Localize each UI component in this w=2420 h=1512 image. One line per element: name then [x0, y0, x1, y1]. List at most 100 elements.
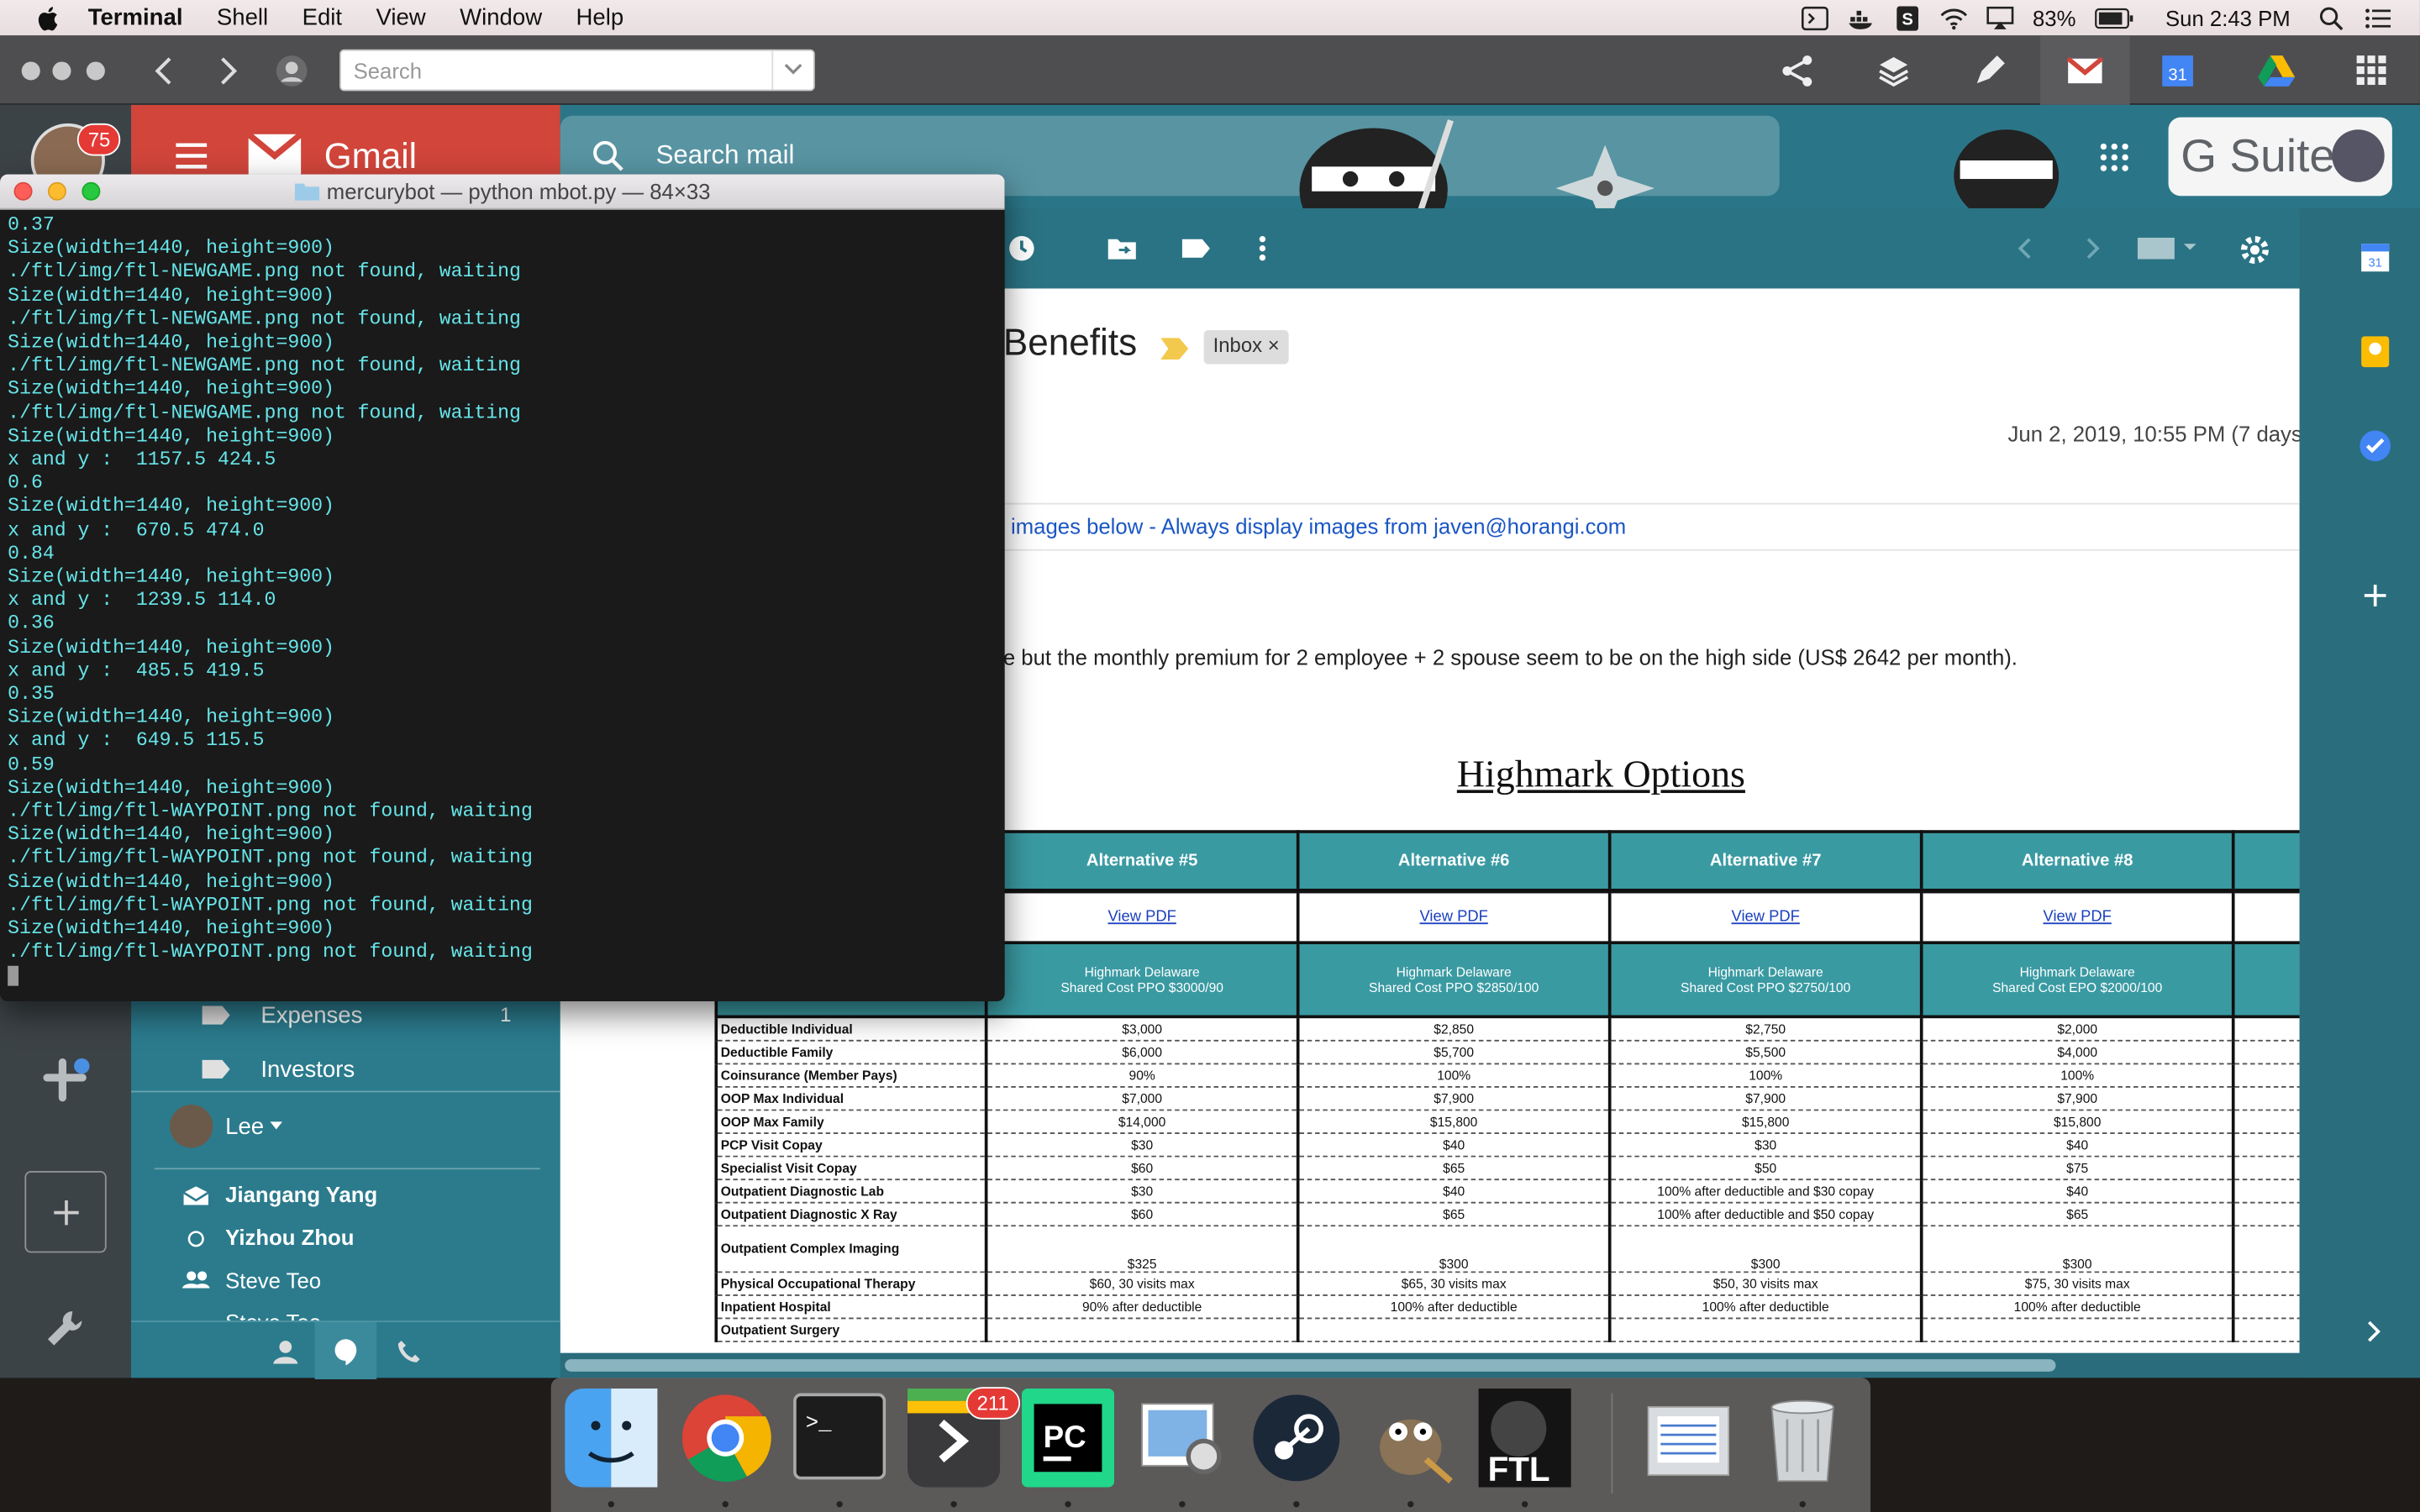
table-cell: 100% [1296, 1063, 1612, 1087]
label-expenses[interactable]: Expenses [260, 1003, 362, 1029]
app-name-menu[interactable]: Terminal [88, 5, 183, 31]
table-cell: $40 [1919, 1179, 2235, 1203]
dock-app-terminal[interactable]: >_ [793, 1389, 886, 1488]
wrench-icon[interactable] [45, 1309, 85, 1349]
table-cell: $325 [984, 1225, 1300, 1273]
calendar-tab-icon[interactable]: 31 [2158, 51, 2198, 92]
move-to-icon[interactable] [1107, 236, 1138, 260]
dock-badge: 211 [965, 1387, 1020, 1420]
label-investors[interactable]: Investors [260, 1057, 355, 1083]
view-pdf-link[interactable]: View PDF [2044, 908, 2112, 925]
dock-app-preview[interactable] [1136, 1389, 1228, 1488]
keep-addon-icon[interactable] [2360, 335, 2391, 369]
status-dropdown-icon[interactable] [270, 1121, 283, 1131]
spotlight-search-icon[interactable] [2318, 5, 2346, 30]
window-close-button[interactable] [21, 61, 40, 81]
airplay-icon[interactable] [1986, 5, 2014, 29]
phone-icon[interactable] [397, 1339, 421, 1363]
steam-icon [1250, 1394, 1343, 1494]
google-apps-icon[interactable] [2099, 142, 2130, 173]
view-pdf-link[interactable]: View PDF [1420, 908, 1488, 925]
add-app-button[interactable] [24, 1171, 107, 1253]
s-badge-icon[interactable]: S [1894, 5, 1922, 30]
chat-contact[interactable]: Steve Teo [225, 1310, 321, 1320]
svg-text:PC: PC [1044, 1420, 1086, 1454]
importance-marker-icon[interactable] [1160, 338, 1189, 360]
chat-contact[interactable]: Jiangang Yang [225, 1182, 377, 1206]
terminal-output[interactable]: 0.37 Size(width=1440, height=900) ./ftl/im… [8, 214, 995, 988]
newer-icon[interactable] [2016, 238, 2034, 260]
dock-app-pycharm[interactable]: PC [1021, 1389, 1115, 1488]
gsuite-badge[interactable]: G Suite [2168, 117, 2392, 197]
table-cell [2231, 1225, 2300, 1273]
clock[interactable]: Sun 2:43 PM [2165, 5, 2291, 29]
docker-icon[interactable] [1848, 5, 1876, 29]
email-horizontal-scrollbar[interactable] [565, 1359, 2056, 1372]
row-label: Specialist Visit Copay [714, 1155, 988, 1180]
calendar-addon-icon[interactable]: 31 [2360, 242, 2391, 273]
main-menu-icon[interactable] [175, 142, 208, 170]
menu-window[interactable]: Window [460, 5, 542, 31]
menu-shell[interactable]: Shell [217, 5, 268, 31]
view-pdf-link[interactable]: View PDF [1732, 908, 1800, 925]
label-icon[interactable] [1181, 238, 1212, 260]
inbox-label-chip[interactable]: Inbox × [1203, 330, 1289, 365]
layers-icon[interactable] [1874, 51, 1914, 92]
terminal-titlebar[interactable]: mercurybot — python mbot.py — 84×33 [0, 174, 1005, 210]
menu-edit[interactable]: Edit [302, 5, 342, 31]
table-cell [1296, 1317, 1612, 1342]
add-addon-icon[interactable] [2363, 583, 2387, 607]
hangouts-tab-active[interactable] [314, 1322, 377, 1380]
hangouts-user[interactable]: Lee [225, 1114, 264, 1140]
snooze-icon[interactable] [1007, 234, 1035, 262]
window-zoom-button[interactable] [86, 61, 105, 81]
dock-app-ftl[interactable]: FTL [1478, 1389, 1571, 1488]
dock-app-chrome[interactable] [679, 1389, 771, 1488]
battery-icon[interactable] [2095, 7, 2135, 29]
dock-app-steam[interactable] [1250, 1389, 1343, 1488]
older-icon[interactable] [2084, 238, 2102, 260]
apple-menu-icon[interactable] [37, 5, 59, 30]
menu-help[interactable]: Help [576, 5, 624, 31]
dock-app-finder[interactable] [565, 1389, 658, 1488]
browser-search-input[interactable]: Search [339, 49, 815, 92]
view-pdf-link[interactable]: View PDF [1107, 908, 1176, 925]
always-display-images-link[interactable]: Always display images from javen@horangi… [1161, 514, 1626, 538]
finder-icon [565, 1389, 658, 1494]
dock-app-gimp[interactable] [1365, 1389, 1457, 1488]
account-avatar[interactable] [2332, 129, 2385, 182]
apps-grid-icon[interactable] [2352, 51, 2392, 92]
settings-gear-icon[interactable] [2238, 233, 2271, 266]
share-icon[interactable] [1778, 51, 1818, 92]
wifi-icon[interactable] [1940, 5, 1968, 29]
search-dropdown-button[interactable] [771, 50, 813, 90]
table-cell: $60 [984, 1155, 1300, 1180]
gmail-tab-icon[interactable] [2065, 51, 2106, 92]
images-notice: images below - Always display images fro… [1011, 514, 1626, 538]
tasks-addon-icon[interactable] [2358, 429, 2391, 463]
dock-app-trash[interactable] [1756, 1389, 1849, 1488]
terminal-line: Size(width=1440, height=900) [8, 331, 334, 354]
window-minimize-button[interactable] [52, 61, 71, 81]
expand-panel-icon[interactable] [2366, 1319, 2381, 1343]
contacts-icon[interactable] [273, 1339, 298, 1364]
menu-view[interactable]: View [376, 5, 425, 31]
profile-icon[interactable] [271, 51, 312, 92]
table-cell: $40 [1296, 1179, 1612, 1203]
notification-center-icon[interactable] [2365, 5, 2392, 29]
script-icon[interactable] [1801, 5, 1828, 30]
hangouts-avatar[interactable] [170, 1105, 213, 1148]
chat-contact[interactable]: Yizhou Zhou [225, 1225, 354, 1249]
battery-percent: 83% [2032, 5, 2076, 30]
pen-icon[interactable] [1970, 51, 2010, 92]
dock-app-documents[interactable] [1642, 1389, 1734, 1488]
input-tools-icon[interactable] [2137, 237, 2199, 260]
terminal-window[interactable]: mercurybot — python mbot.py — 84×33 0.37… [0, 174, 1005, 1002]
display-images-link[interactable]: images below - [1011, 514, 1161, 538]
drive-tab-icon[interactable] [2256, 51, 2296, 92]
back-arrow-icon[interactable] [145, 51, 186, 92]
slack-icon[interactable] [40, 1055, 90, 1105]
chat-contact[interactable]: Steve Teo [225, 1268, 321, 1293]
more-options-icon[interactable] [1258, 234, 1267, 262]
forward-arrow-icon[interactable] [207, 51, 247, 92]
